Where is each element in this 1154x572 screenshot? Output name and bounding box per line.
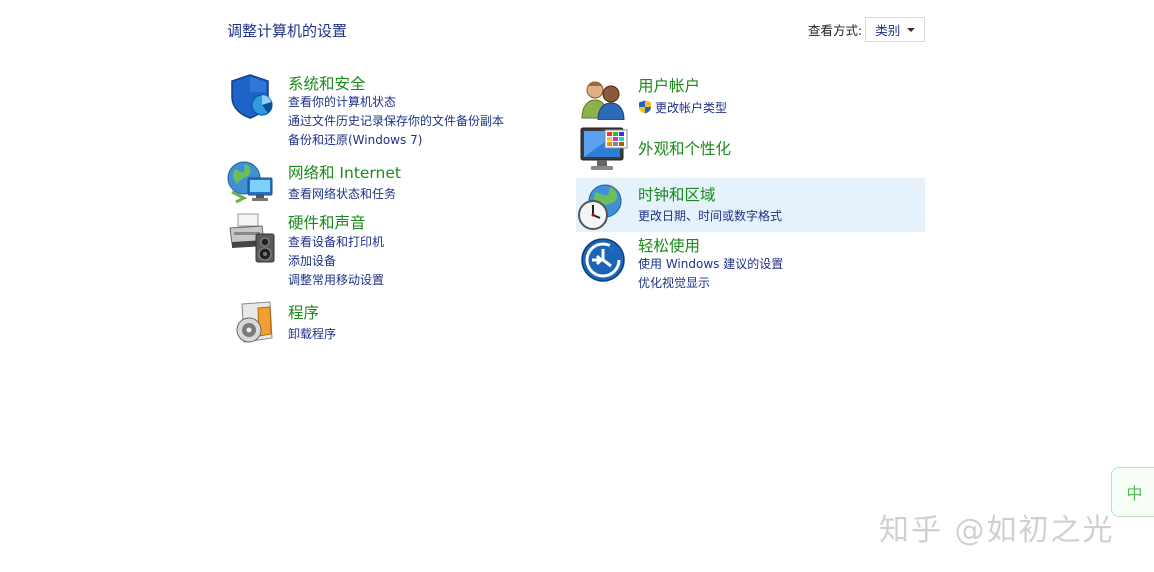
color-palette [604,129,628,149]
view-by-value: 类别 [875,23,901,38]
view-by: 查看方式: 类别 [808,17,926,42]
uac-shield-icon [639,100,651,114]
category-hardware-sound[interactable]: 硬件和声音 [288,211,366,233]
link-change-account-type-label: 更改帐户类型 [655,101,728,115]
appearance-monitor-icon[interactable] [579,126,629,174]
network-globe-icon[interactable] [226,158,276,206]
printer-speaker-icon[interactable] [228,212,278,264]
link-network-status[interactable]: 查看网络状态和任务 [288,185,396,202]
watermark: 知乎 @如初之光 [879,513,1115,548]
link-devices-printers[interactable]: 查看设备和打印机 [288,233,384,250]
ime-language-tab[interactable]: 中 [1111,467,1154,517]
clock-globe-icon[interactable] [577,183,627,231]
chevron-down-icon [907,27,916,32]
category-network[interactable]: 网络和 Internet [288,161,401,183]
category-system-security[interactable]: 系统和安全 [288,72,366,94]
view-by-dropdown[interactable]: 类别 [865,17,926,42]
view-by-label: 查看方式: [808,23,863,38]
link-optimize-visual-display[interactable]: 优化视觉显示 [638,274,710,291]
link-backup-restore[interactable]: 备份和还原(Windows 7) [288,131,422,148]
category-clock-region[interactable]: 时钟和区域 [638,183,716,205]
page-title: 调整计算机的设置 [227,22,348,40]
user-accounts-icon[interactable] [580,78,628,120]
link-mobility-settings[interactable]: 调整常用移动设置 [288,271,384,288]
link-view-computer-status[interactable]: 查看你的计算机状态 [288,93,396,110]
link-date-time-format[interactable]: 更改日期、时间或数字格式 [638,207,782,224]
category-user-accounts[interactable]: 用户帐户 [638,74,700,96]
link-windows-recommended-settings[interactable]: 使用 Windows 建议的设置 [638,255,783,272]
link-change-account-type[interactable]: 更改帐户类型 [638,99,727,116]
link-add-device[interactable]: 添加设备 [288,252,336,269]
category-ease-of-access[interactable]: 轻松使用 [638,234,700,256]
link-file-history-backup[interactable]: 通过文件历史记录保存你的文件备份副本 [288,112,504,129]
programs-disc-icon[interactable] [232,300,276,346]
category-programs[interactable]: 程序 [288,301,319,323]
category-appearance[interactable]: 外观和个性化 [638,137,731,159]
link-uninstall-program[interactable]: 卸载程序 [288,325,336,342]
ease-of-access-icon[interactable] [580,237,626,283]
shield-icon[interactable] [228,72,276,120]
